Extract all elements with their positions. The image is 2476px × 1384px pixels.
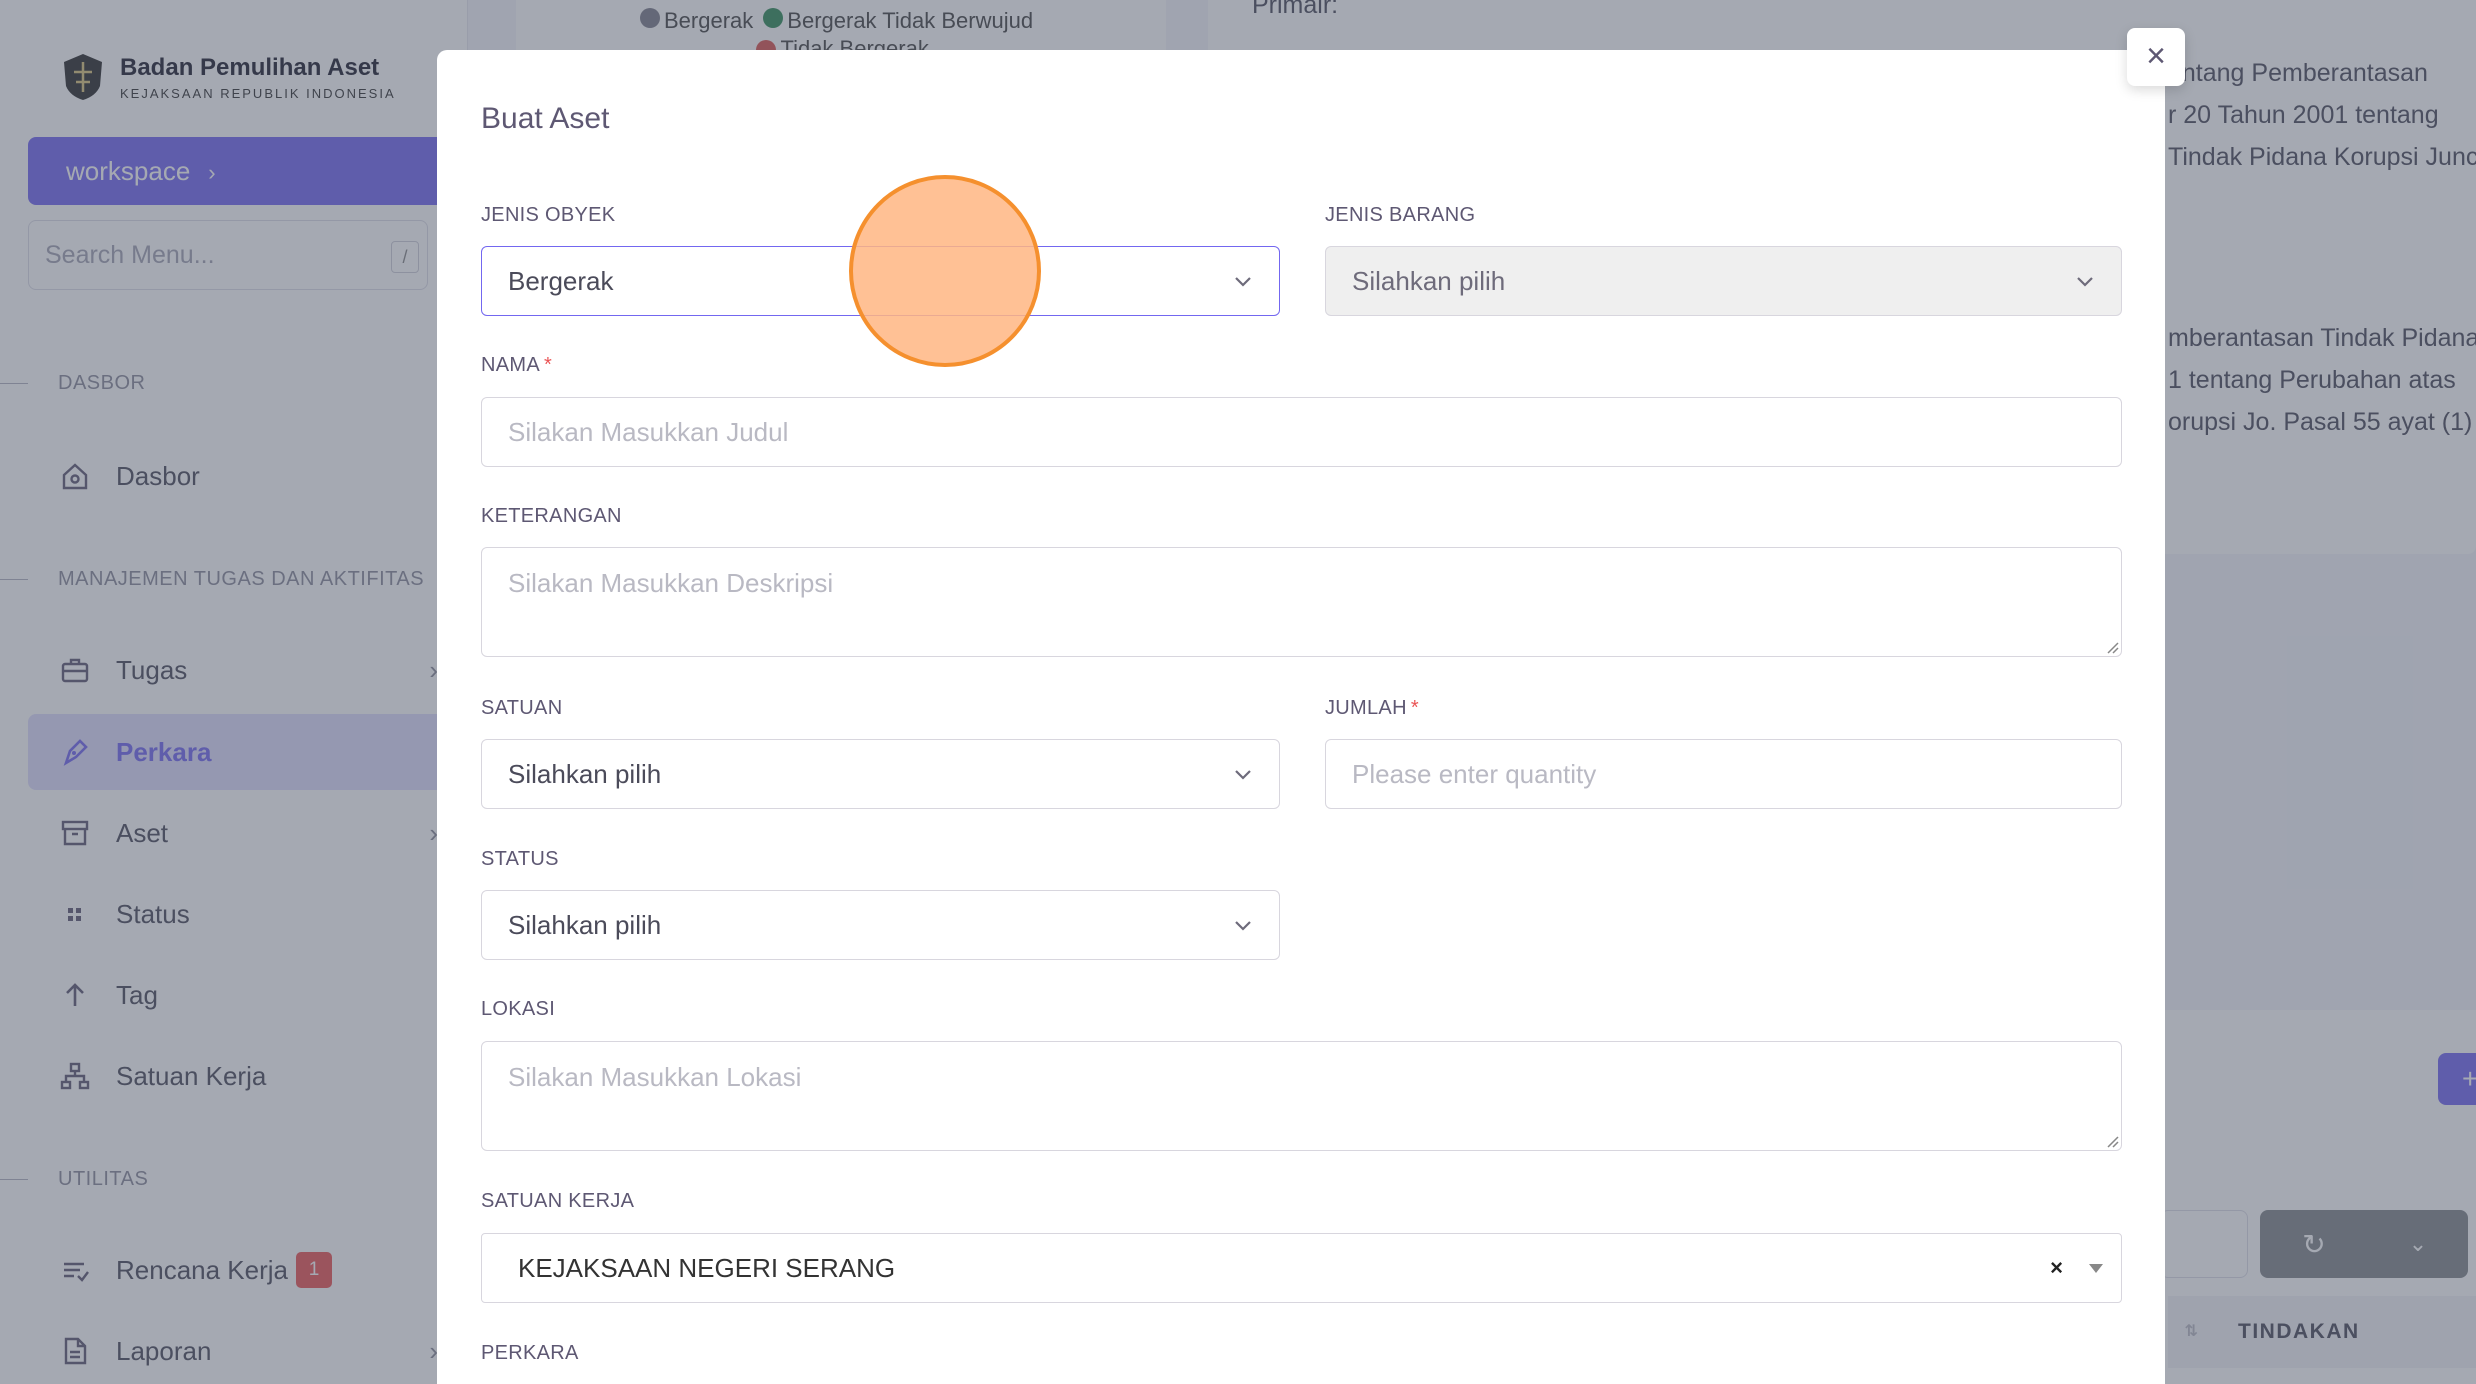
chevron-down-icon	[1235, 770, 1251, 780]
satuan-select[interactable]: Silahkan pilih	[481, 739, 1280, 809]
lokasi-textarea[interactable]: Silakan Masukkan Lokasi	[481, 1041, 2122, 1151]
field-label-text: JUMLAH	[1325, 697, 1407, 719]
satuan-value: Silahkan pilih	[508, 759, 662, 789]
field-label-jenis-obyek: JENIS OBYEK	[481, 204, 616, 226]
chevron-down-icon	[2077, 277, 2093, 287]
jenis-obyek-value: Bergerak	[508, 266, 614, 296]
field-label-jenis-barang: JENIS BARANG	[1325, 204, 1476, 226]
field-label-lokasi: LOKASI	[481, 998, 556, 1020]
satuan-kerja-select[interactable]: KEJAKSAAN NEGERI SERANG ×	[481, 1233, 2122, 1303]
chevron-down-icon	[1235, 921, 1251, 931]
field-label-text: NAMA	[481, 354, 540, 376]
jumlah-placeholder: Please enter quantity	[1352, 759, 1597, 789]
dropdown-arrow-icon	[2089, 1264, 2103, 1273]
field-label-keterangan: KETERANGAN	[481, 505, 622, 527]
field-label-status: STATUS	[481, 848, 559, 870]
nama-placeholder: Silakan Masukkan Judul	[508, 417, 789, 447]
chevron-down-icon	[1235, 277, 1251, 287]
field-label-satuan-kerja: SATUAN KERJA	[481, 1190, 635, 1212]
jumlah-input[interactable]: Please enter quantity	[1325, 739, 2122, 809]
status-select[interactable]: Silahkan pilih	[481, 890, 1280, 960]
click-indicator	[849, 175, 1041, 367]
required-asterisk: *	[1410, 697, 1419, 719]
create-asset-modal: Buat Aset JENIS OBYEK Bergerak JENIS BAR…	[437, 50, 2165, 1384]
resize-grip-icon[interactable]	[2103, 638, 2119, 654]
lokasi-placeholder: Silakan Masukkan Lokasi	[508, 1062, 802, 1092]
status-value: Silahkan pilih	[508, 910, 662, 940]
jenis-barang-select[interactable]: Silahkan pilih	[1325, 246, 2122, 316]
resize-grip-icon[interactable]	[2103, 1132, 2119, 1148]
required-asterisk: *	[543, 354, 553, 376]
clear-selection-icon[interactable]: ×	[2050, 1234, 2063, 1302]
modal-title: Buat Aset	[481, 102, 610, 135]
field-label-perkara: PERKARA	[481, 1342, 579, 1364]
close-modal-button[interactable]: ×	[2127, 28, 2185, 86]
field-label-satuan: SATUAN	[481, 697, 563, 719]
nama-input[interactable]: Silakan Masukkan Judul	[481, 397, 2122, 467]
field-label-nama: NAMA *	[481, 354, 552, 377]
jenis-barang-value: Silahkan pilih	[1352, 266, 1506, 296]
satuan-kerja-value: KEJAKSAAN NEGERI SERANG	[518, 1253, 896, 1283]
keterangan-textarea[interactable]: Silakan Masukkan Deskripsi	[481, 547, 2122, 657]
keterangan-placeholder: Silakan Masukkan Deskripsi	[508, 568, 834, 598]
field-label-jumlah: JUMLAH *	[1325, 697, 1419, 720]
